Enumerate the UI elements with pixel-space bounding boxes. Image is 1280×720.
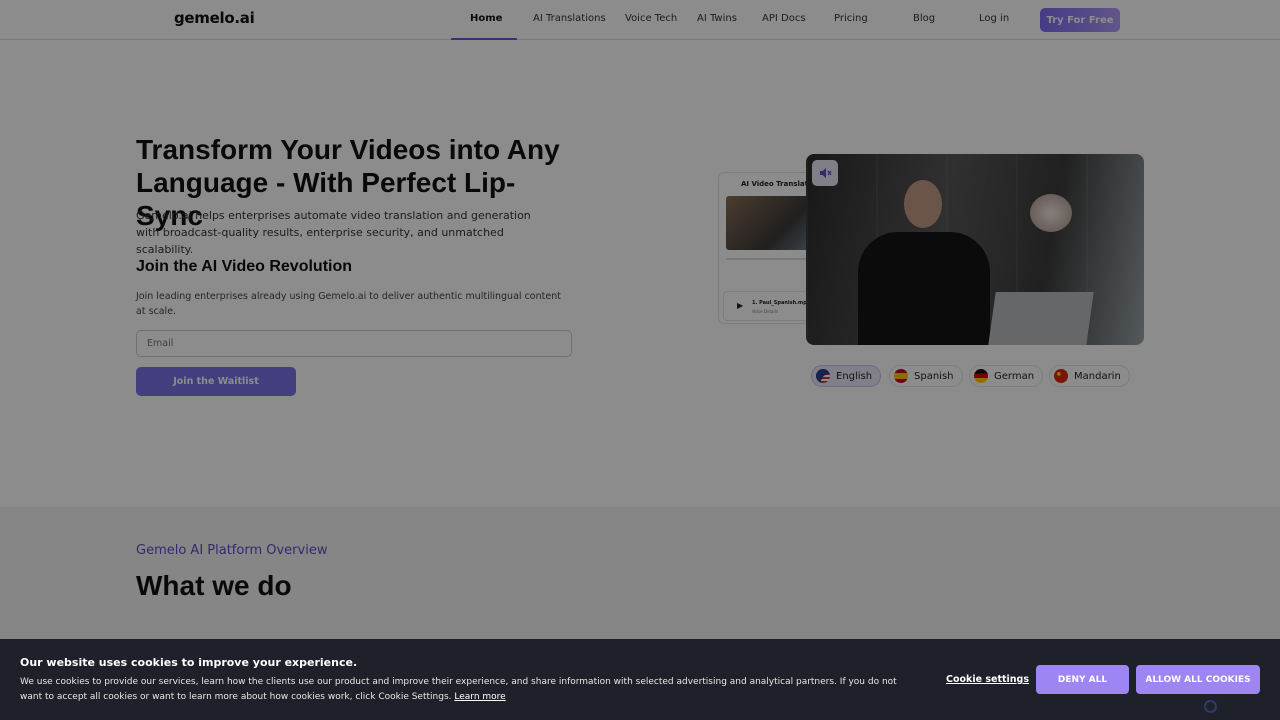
allow-all-cookies-button[interactable]: ALLOW ALL COOKIES bbox=[1136, 665, 1260, 694]
cookie-consent-badge-icon[interactable] bbox=[1204, 700, 1217, 713]
learn-more-link[interactable]: Learn more bbox=[454, 692, 505, 702]
cookie-title: Our website uses cookies to improve your… bbox=[20, 656, 358, 669]
cookie-settings-link[interactable]: Cookie settings bbox=[946, 674, 1029, 685]
modal-overlay bbox=[0, 0, 1280, 720]
cookie-text: We use cookies to provide our services, … bbox=[20, 675, 900, 705]
deny-all-button[interactable]: DENY ALL bbox=[1036, 665, 1129, 694]
